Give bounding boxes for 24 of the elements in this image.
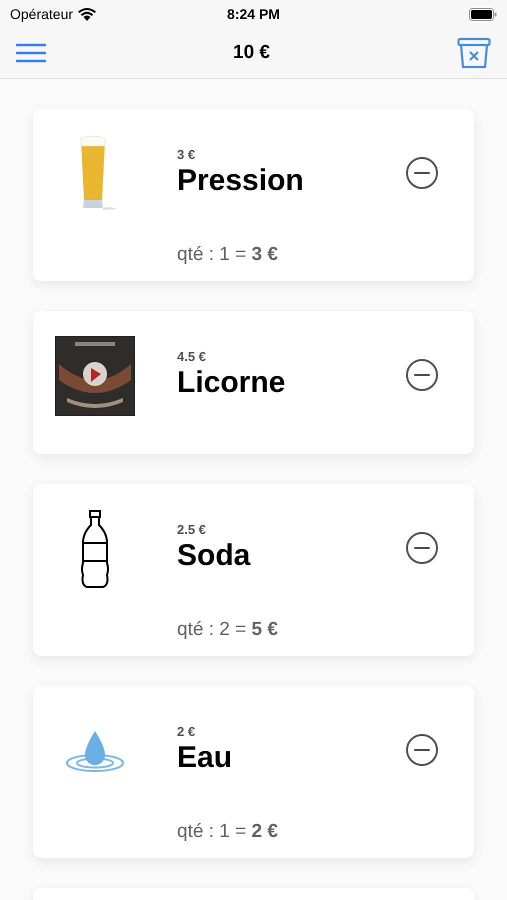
item-price: 3 € [177, 147, 196, 163]
remove-button[interactable] [405, 733, 439, 767]
remove-button[interactable] [405, 358, 439, 392]
item-quantity: qté : 1 = 2 € [177, 821, 279, 843]
item-price: 4.5 € [177, 349, 207, 365]
menu-button[interactable] [16, 41, 46, 65]
carrier-name: Opérateur [10, 4, 74, 24]
item-name: Soda [177, 538, 252, 574]
item-price: 2 € [177, 724, 196, 740]
bottle-icon [79, 509, 111, 589]
item-name: Eau [177, 740, 234, 776]
remove-button[interactable] [405, 156, 439, 190]
item-price: 2.5 € [177, 522, 207, 538]
cart-total: 10 € [233, 40, 270, 65]
item-name: Licorne [177, 365, 286, 401]
battery-icon [469, 8, 497, 20]
item-quantity: qté : 2 = 5 € [177, 619, 279, 641]
remove-button[interactable] [405, 531, 439, 565]
wifi-icon [78, 8, 96, 20]
item-quantity: qté : 1 = 3 € [177, 244, 279, 266]
status-time: 8:24 PM [227, 4, 280, 24]
water-drop-icon [65, 729, 125, 773]
item-name: Pression [177, 163, 305, 199]
clear-cart-button[interactable] [456, 37, 491, 69]
